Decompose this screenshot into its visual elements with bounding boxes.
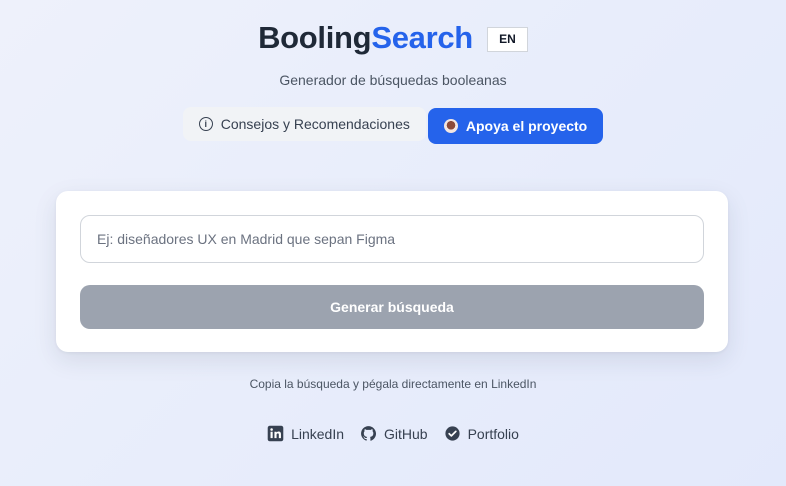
logo-part2: Search: [371, 20, 473, 55]
logo-part1: Booling: [258, 20, 372, 55]
search-card: Generar búsqueda: [56, 191, 728, 352]
portfolio-label: Portfolio: [467, 425, 519, 442]
subtitle: Generador de búsquedas booleanas: [279, 72, 507, 88]
support-label: Apoya el proyecto: [465, 118, 588, 134]
support-project-button[interactable]: Apoya el proyecto: [427, 108, 604, 144]
check-badge-icon: [444, 426, 460, 441]
hint-text: Copia la búsqueda y pégala directamente …: [249, 377, 537, 391]
tips-label: Consejos y Recomendaciones: [220, 116, 410, 132]
linkedin-link[interactable]: LinkedIn: [267, 425, 344, 442]
portfolio-link[interactable]: Portfolio: [444, 425, 519, 442]
action-buttons: i Consejos y Recomendaciones Apoya el pr…: [0, 107, 786, 144]
header: BoolingSearch EN: [0, 20, 786, 56]
tips-button[interactable]: i Consejos y Recomendaciones: [182, 107, 426, 141]
linkedin-icon: [267, 425, 284, 442]
generate-search-button[interactable]: Generar búsqueda: [80, 285, 704, 329]
github-link[interactable]: GitHub: [360, 425, 428, 442]
search-input[interactable]: [80, 215, 704, 263]
linkedin-label: LinkedIn: [291, 425, 344, 442]
github-label: GitHub: [384, 425, 428, 442]
info-icon: i: [198, 117, 213, 131]
footer-links: LinkedIn GitHub Portfolio: [0, 425, 786, 442]
language-toggle-button[interactable]: EN: [486, 26, 528, 52]
github-icon: [361, 426, 377, 441]
logo: BoolingSearch: [258, 20, 473, 56]
coffee-icon: [443, 119, 458, 133]
